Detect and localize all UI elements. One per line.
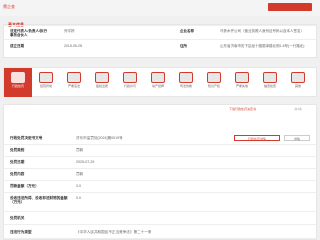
tab-intellectual-property[interactable]: 知识产权 bbox=[200, 68, 228, 97]
tab-label: 知识产权 bbox=[207, 84, 220, 88]
established-value: 2015-05-28 bbox=[64, 44, 82, 48]
company-name-label: 企业名称 bbox=[180, 29, 194, 33]
tab-label: 经营异常 bbox=[39, 84, 52, 88]
tab-spot-check[interactable]: 抽查检查 bbox=[256, 68, 284, 97]
top-bar: 鹰企查 bbox=[0, 0, 320, 16]
legal-rep-label: 法定代表人/负责人/执行事务合伙人 bbox=[10, 29, 47, 37]
tab-label: 严重违法 bbox=[67, 84, 80, 88]
penalty-detail-badge[interactable]: 行政处罚详情 bbox=[234, 135, 280, 141]
detail-key: 处罚内容 bbox=[10, 172, 25, 176]
spot-check-icon bbox=[263, 72, 277, 83]
detail-value: 0.0 bbox=[76, 196, 81, 200]
tab-chattel-mortgage[interactable]: 动产抵押 bbox=[144, 68, 172, 97]
company-name-value: 乌鲁木齐公司（营业执照人身份证号码以及本人签名） bbox=[220, 29, 304, 33]
top-action-button[interactable] bbox=[268, 3, 312, 11]
tab-administrative-license[interactable]: 行政许可 bbox=[116, 68, 144, 97]
detail-key: 处罚日期 bbox=[10, 160, 25, 164]
brand-logo[interactable]: 鹰企查 bbox=[3, 4, 15, 10]
tab-other[interactable]: 其他 bbox=[284, 68, 312, 97]
license-icon bbox=[123, 72, 137, 83]
penalty-detail-panel: 下载行政处罚决定书 共1条 行政处罚决定书文号 济乐市监罚处[2024]第001… bbox=[3, 104, 317, 240]
tab-label: 动产抵押 bbox=[151, 84, 164, 88]
abnormal-icon bbox=[39, 72, 53, 83]
detail-value: 罚款 bbox=[76, 172, 84, 176]
info-row-1: 法定代表人/负责人/执行事务合伙人 乔宇婷 企业名称 乌鲁木齐公司（营业执照人身… bbox=[4, 25, 316, 40]
detail-key: 处罚类别 bbox=[10, 148, 25, 152]
tab-label: 股权出质 bbox=[95, 84, 108, 88]
basic-info-panel: 基本信息 法定代表人/负责人/执行事务合伙人 乔宇婷 企业名称 乌鲁木齐公司（营… bbox=[3, 22, 317, 58]
other-icon bbox=[291, 72, 305, 83]
address-label: 住所 bbox=[180, 44, 187, 48]
detail-row-confiscation: 没收违法所得、没收非法财物的金额（万元） 0.0 bbox=[4, 193, 316, 212]
detail-row-document-no: 行政处罚决定书文号 济乐市监罚处[2024]第0019号 行政处罚详情 详情 bbox=[4, 133, 316, 145]
mortgage-icon bbox=[151, 72, 165, 83]
legal-rep-value: 乔宇婷 bbox=[64, 29, 75, 33]
tab-label: 行政许可 bbox=[123, 84, 136, 88]
detail-value: 2025-07-29 bbox=[76, 160, 95, 164]
detail-value: 罚款 bbox=[76, 148, 84, 152]
detail-key: 行政处罚决定书文号 bbox=[10, 136, 43, 140]
detail-value: 《中华人民共和国反不正当竞争法》第二十一条 bbox=[76, 230, 152, 234]
info-row-2: 成立日期 2015-05-28 住所 山东省济南市历下区经十路丽泽楼北侧1-6号… bbox=[4, 39, 316, 58]
dishonesty-icon bbox=[235, 72, 249, 83]
detail-key: 违法行为类型 bbox=[10, 230, 32, 234]
detail-value: 济乐市监罚处[2024]第0019号 bbox=[76, 136, 123, 140]
violation-icon bbox=[67, 72, 81, 83]
record-count: 共1条 bbox=[294, 107, 302, 111]
tab-label: 司法协助 bbox=[179, 84, 192, 88]
tab-dishonesty[interactable]: 严重失信 bbox=[228, 68, 256, 97]
download-link[interactable]: 下载行政处罚决定书 bbox=[229, 107, 256, 111]
tab-label: 其他 bbox=[294, 84, 301, 88]
tab-label: 严重失信 bbox=[235, 84, 248, 88]
tab-label: 行政处罚 bbox=[11, 84, 24, 88]
tab-label: 抽查检查 bbox=[263, 84, 276, 88]
address-value: 山东省济南市历下区经十路丽泽楼北侧1-6号(一行路北) bbox=[220, 44, 305, 48]
detail-value: 3.0 bbox=[76, 184, 81, 188]
tab-judicial-assistance[interactable]: 司法协助 bbox=[172, 68, 200, 97]
detail-row-content: 处罚内容 罚款 bbox=[4, 169, 316, 181]
detail-row-fine-amount: 罚款金额（万元） 3.0 bbox=[4, 181, 316, 193]
tab-abnormal-operation[interactable]: 经营异常 bbox=[32, 68, 60, 97]
tab-administrative-penalty[interactable]: 行政处罚 bbox=[4, 68, 32, 97]
category-tabs: 行政处罚 经营异常 严重违法 股权出质 行政许可 动产抵押 司法协助 知识产权 bbox=[3, 67, 317, 97]
pledge-icon bbox=[95, 72, 109, 83]
detail-badge[interactable]: 详情 bbox=[284, 135, 310, 141]
detail-key: 罚款金额（万元） bbox=[10, 184, 39, 188]
ip-icon bbox=[207, 72, 221, 83]
tab-serious-violation[interactable]: 严重违法 bbox=[60, 68, 88, 97]
established-label: 成立日期 bbox=[10, 44, 24, 48]
detail-row-authority: 处罚机关 bbox=[4, 213, 316, 225]
judicial-icon bbox=[179, 72, 193, 83]
detail-row-violation-type: 违法行为类型 《中华人民共和国反不正当竞争法》第二十一条 bbox=[4, 227, 316, 239]
detail-row-category: 处罚类别 罚款 bbox=[4, 145, 316, 157]
page: 鹰企查 基本信息 法定代表人/负责人/执行事务合伙人 乔宇婷 企业名称 乌鲁木齐… bbox=[0, 0, 320, 240]
detail-row-date: 处罚日期 2025-07-29 bbox=[4, 157, 316, 169]
penalty-icon bbox=[11, 72, 25, 83]
detail-key: 没收违法所得、没收非法财物的金额（万元） bbox=[10, 196, 68, 204]
detail-key: 处罚机关 bbox=[10, 216, 25, 220]
tab-equity-pledge[interactable]: 股权出质 bbox=[88, 68, 116, 97]
